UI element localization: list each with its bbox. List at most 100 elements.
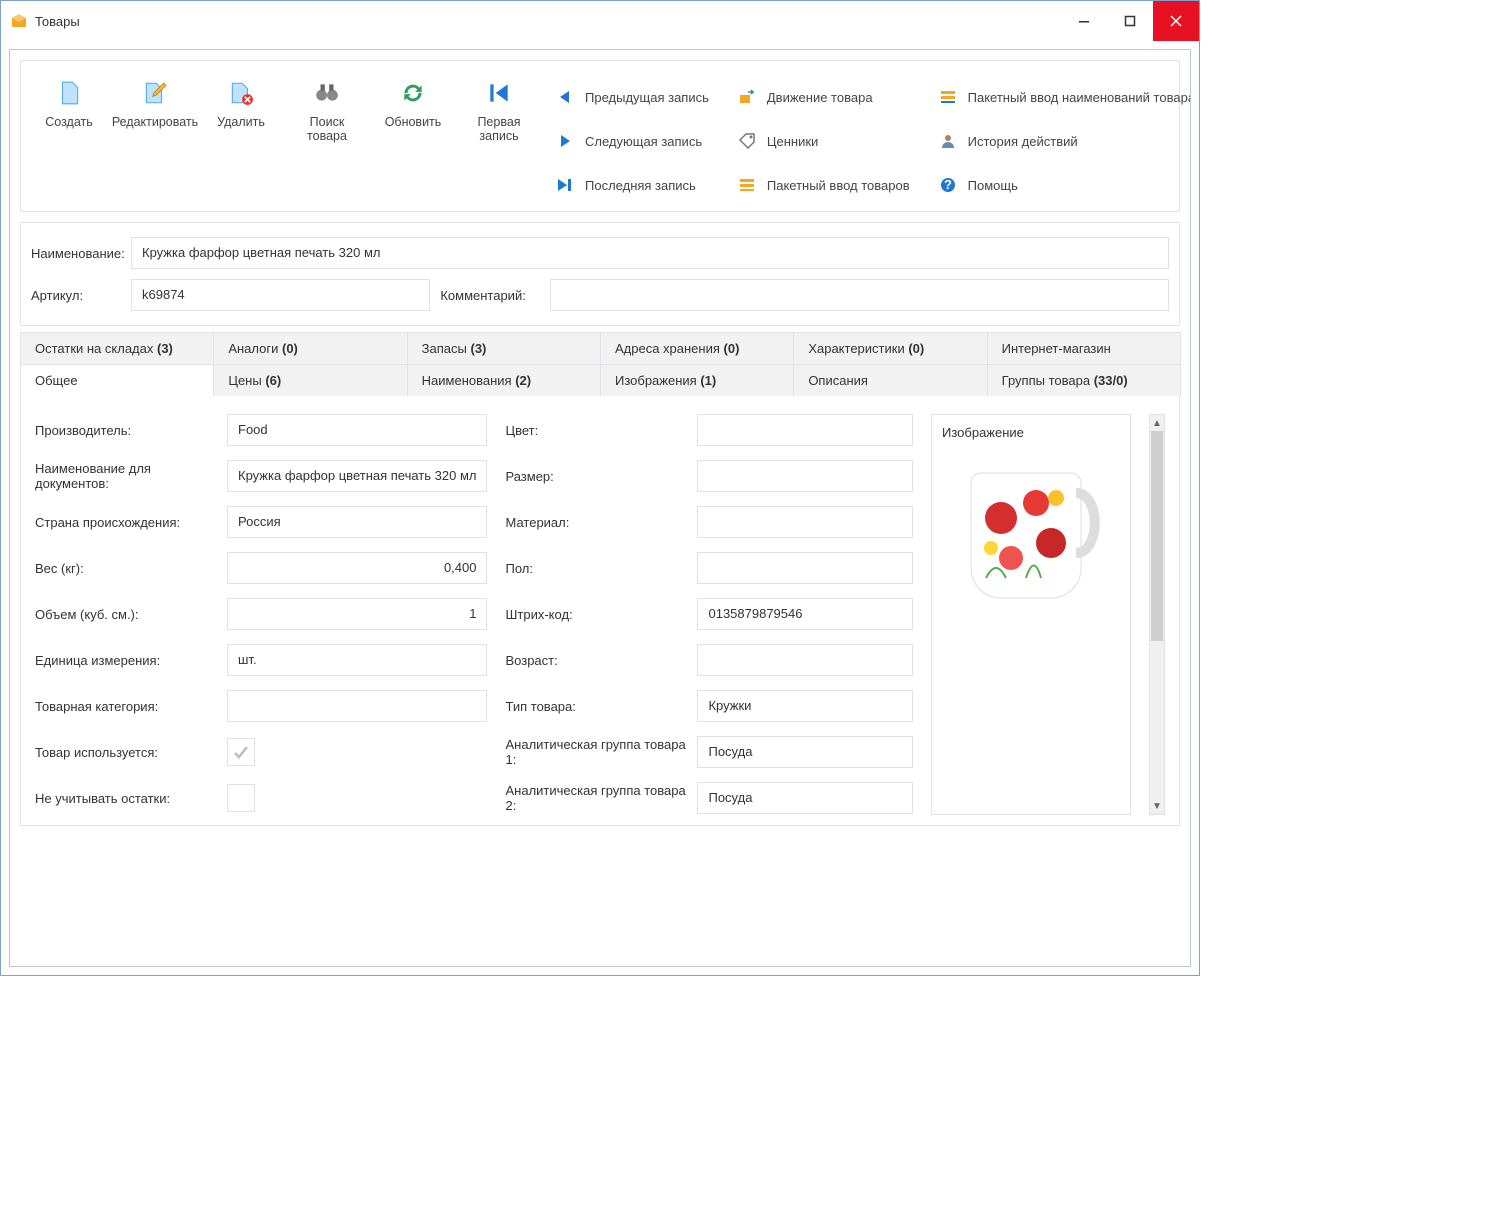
tab-characteristics[interactable]: Характеристики (0) bbox=[793, 332, 987, 364]
size-label: Размер: bbox=[505, 469, 689, 484]
help-icon: ? bbox=[938, 175, 958, 195]
scroll-down-icon[interactable]: ▼ bbox=[1150, 798, 1164, 814]
gender-label: Пол: bbox=[505, 561, 689, 576]
list-orange-icon bbox=[938, 87, 958, 107]
tab-prices[interactable]: Цены (6) bbox=[213, 364, 407, 396]
help-link[interactable]: ?Помощь bbox=[938, 167, 1191, 203]
name-label: Наименование: bbox=[31, 246, 131, 261]
ignore-stock-checkbox[interactable] bbox=[227, 784, 255, 812]
tab-reserves[interactable]: Запасы (3) bbox=[407, 332, 601, 364]
agroup1-field[interactable]: Посуда bbox=[697, 736, 913, 768]
svg-text:?: ? bbox=[944, 177, 952, 192]
tab-images[interactable]: Изображения (1) bbox=[600, 364, 794, 396]
refresh-icon bbox=[399, 79, 427, 107]
box-arrow-icon bbox=[737, 87, 757, 107]
next-record-link[interactable]: Следующая запись bbox=[555, 123, 709, 159]
last-record-link[interactable]: Последняя запись bbox=[555, 167, 709, 203]
volume-field[interactable]: 1 bbox=[227, 598, 487, 630]
close-button[interactable] bbox=[1153, 1, 1199, 41]
tab-analogs[interactable]: Аналоги (0) bbox=[213, 332, 407, 364]
history-link[interactable]: История действий bbox=[938, 123, 1191, 159]
age-label: Возраст: bbox=[505, 653, 689, 668]
docname-label: Наименование для документов: bbox=[35, 461, 219, 491]
name-input[interactable]: Кружка фарфор цветная печать 320 мл bbox=[131, 237, 1169, 269]
toolbar: Создать Редактировать Удалить Поиск това… bbox=[20, 60, 1180, 212]
barcode-label: Штрих-код: bbox=[505, 607, 689, 622]
category-field[interactable] bbox=[227, 690, 487, 722]
agroup1-label: Аналитическая группа товара 1: bbox=[505, 737, 689, 767]
scroll-up-icon[interactable]: ▲ bbox=[1150, 415, 1164, 431]
comment-input[interactable] bbox=[550, 279, 1169, 311]
tab-storage[interactable]: Адреса хранения (0) bbox=[600, 332, 794, 364]
triangle-right-icon bbox=[555, 131, 575, 151]
edit-button[interactable]: Редактировать bbox=[117, 79, 193, 203]
manufacturer-label: Производитель: bbox=[35, 423, 219, 438]
app-window: Товары Создать Редактировать Удалить bbox=[0, 0, 1200, 976]
minimize-button[interactable] bbox=[1061, 1, 1107, 41]
goods-movement-link[interactable]: Движение товара bbox=[737, 79, 910, 115]
type-field[interactable]: Кружки bbox=[697, 690, 913, 722]
sku-input[interactable]: k69874 bbox=[131, 279, 430, 311]
tab-online-store[interactable]: Интернет-магазин bbox=[987, 332, 1181, 364]
content: Создать Редактировать Удалить Поиск това… bbox=[9, 49, 1191, 967]
image-label: Изображение bbox=[942, 425, 1024, 440]
material-label: Материал: bbox=[505, 515, 689, 530]
scroll-thumb[interactable] bbox=[1151, 431, 1163, 641]
column-left: Производитель: Food Наименование для доку… bbox=[35, 414, 487, 815]
tabs-row-2: Общее Цены (6) Наименования (2) Изображе… bbox=[20, 364, 1180, 396]
prev-record-link[interactable]: Предыдущая запись bbox=[555, 79, 709, 115]
color-field[interactable] bbox=[697, 414, 913, 446]
titlebar: Товары bbox=[1, 1, 1199, 41]
create-button[interactable]: Создать bbox=[31, 79, 107, 203]
binoculars-icon bbox=[313, 79, 341, 107]
refresh-button[interactable]: Обновить bbox=[375, 79, 451, 203]
agroup2-field[interactable]: Посуда bbox=[697, 782, 913, 814]
tag-icon bbox=[737, 131, 757, 151]
column-right: Цвет: Размер: Материал: Пол: Штрих-код: 0… bbox=[505, 414, 913, 815]
tab-general-body: Производитель: Food Наименование для доку… bbox=[20, 396, 1180, 826]
unit-label: Единица измерения: bbox=[35, 653, 219, 668]
age-field[interactable] bbox=[697, 644, 913, 676]
color-label: Цвет: bbox=[505, 423, 689, 438]
first-record-button[interactable]: Первая запись bbox=[461, 79, 537, 203]
image-preview: Изображение bbox=[931, 414, 1131, 815]
agroup2-label: Аналитическая группа товара 2: bbox=[505, 783, 689, 813]
barcode-field[interactable]: 0135879879546 bbox=[697, 598, 913, 630]
inuse-checkbox[interactable] bbox=[227, 738, 255, 766]
category-label: Товарная категория: bbox=[35, 699, 219, 714]
country-field[interactable]: Россия bbox=[227, 506, 487, 538]
batch-names-link[interactable]: Пакетный ввод наименований товара bbox=[938, 79, 1191, 115]
size-field[interactable] bbox=[697, 460, 913, 492]
sku-label: Артикул: bbox=[31, 288, 131, 303]
docname-field[interactable]: Кружка фарфор цветная печать 320 мл bbox=[227, 460, 487, 492]
delete-button[interactable]: Удалить bbox=[203, 79, 279, 203]
tab-descriptions[interactable]: Описания bbox=[793, 364, 987, 396]
tab-groups[interactable]: Группы товара (33/0) bbox=[987, 364, 1181, 396]
skip-first-icon bbox=[485, 79, 513, 107]
country-label: Страна происхождения: bbox=[35, 515, 219, 530]
document-new-icon bbox=[55, 79, 83, 107]
header-block: Наименование: Кружка фарфор цветная печа… bbox=[20, 222, 1180, 326]
app-icon bbox=[11, 13, 27, 29]
comment-label: Комментарий: bbox=[440, 288, 550, 303]
person-icon bbox=[938, 131, 958, 151]
weight-label: Вес (кг): bbox=[35, 561, 219, 576]
tabs-row-1: Остатки на складах (3) Аналоги (0) Запас… bbox=[20, 332, 1180, 364]
maximize-button[interactable] bbox=[1107, 1, 1153, 41]
material-field[interactable] bbox=[697, 506, 913, 538]
manufacturer-field[interactable]: Food bbox=[227, 414, 487, 446]
batch-goods-link[interactable]: Пакетный ввод товаров bbox=[737, 167, 910, 203]
tabs: Остатки на складах (3) Аналоги (0) Запас… bbox=[20, 332, 1180, 826]
window-title: Товары bbox=[35, 14, 80, 29]
tab-general[interactable]: Общее bbox=[20, 364, 214, 396]
type-label: Тип товара: bbox=[505, 699, 689, 714]
skip-last-icon bbox=[555, 175, 575, 195]
search-button[interactable]: Поиск товара bbox=[289, 79, 365, 203]
unit-field[interactable]: шт. bbox=[227, 644, 487, 676]
vertical-scrollbar[interactable]: ▲ ▼ bbox=[1149, 414, 1165, 815]
weight-field[interactable]: 0,400 bbox=[227, 552, 487, 584]
gender-field[interactable] bbox=[697, 552, 913, 584]
pricetags-link[interactable]: Ценники bbox=[737, 123, 910, 159]
tab-names[interactable]: Наименования (2) bbox=[407, 364, 601, 396]
tab-stock[interactable]: Остатки на складах (3) bbox=[20, 332, 214, 364]
